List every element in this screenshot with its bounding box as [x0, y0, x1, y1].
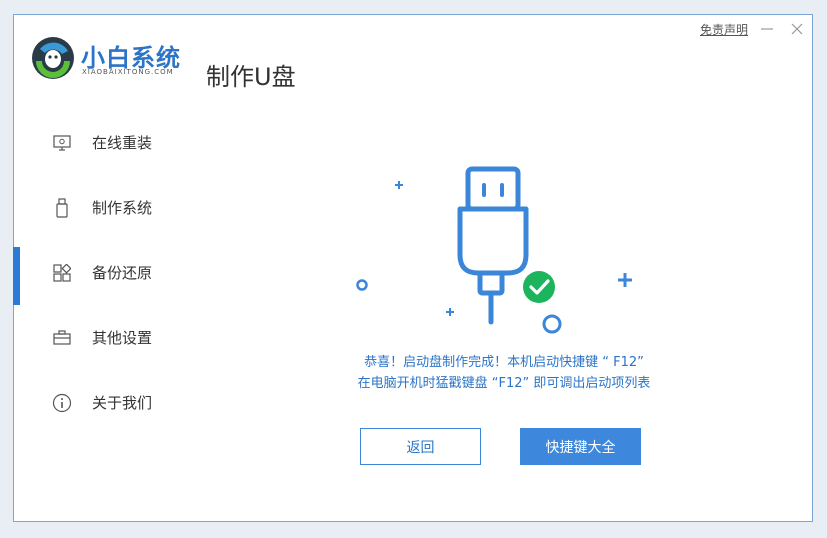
sidebar-item-label: 制作系统	[92, 199, 153, 217]
sidebar-item-online-reinstall[interactable]: 在线重装	[14, 110, 214, 175]
decor-plus-icon	[395, 181, 454, 316]
sidebar-item-make-system[interactable]: 制作系统	[14, 175, 214, 240]
hint-message: 在电脑开机时猛戳键盘 “F12” 即可调出启动项列表	[357, 376, 651, 391]
close-icon	[791, 23, 803, 35]
sidebar-item-label: 其他设置	[92, 329, 153, 347]
monitor-icon	[52, 133, 72, 153]
sidebar: 在线重装 制作系统 备份还原 其他设置 关于我们	[13, 110, 214, 435]
back-button[interactable]: 返回	[360, 428, 481, 465]
usb-drive-icon	[52, 197, 72, 218]
disclaimer-link[interactable]: 免责声明	[700, 21, 748, 38]
sidebar-item-label: 关于我们	[92, 394, 153, 412]
sidebar-item-other-settings[interactable]: 其他设置	[14, 305, 214, 370]
minimize-button[interactable]	[758, 20, 776, 38]
check-icon	[521, 269, 557, 305]
sidebar-item-about-us[interactable]: 关于我们	[14, 370, 214, 435]
close-button[interactable]	[788, 20, 806, 38]
info-icon	[52, 393, 72, 413]
brand-subtitle: XIAOBAIXITONG.COM	[82, 68, 174, 76]
sidebar-item-backup-restore[interactable]: 备份还原	[13, 240, 214, 305]
grid-icon	[52, 263, 72, 283]
shortcut-list-button[interactable]: 快捷键大全	[520, 428, 641, 465]
sidebar-item-label: 在线重装	[92, 134, 153, 152]
usb-success-illustration	[344, 145, 644, 345]
minimize-icon	[761, 28, 773, 30]
page-title: 制作U盘	[206, 63, 296, 91]
app-window: 小白系统 XIAOBAIXITONG.COM 制作U盘 免责声明 在线重装 制作…	[13, 14, 813, 522]
sidebar-item-label: 备份还原	[92, 264, 153, 282]
success-message: 恭喜！启动盘制作完成！本机启动快捷键 “ F12”	[364, 355, 644, 370]
toolbox-icon	[52, 328, 72, 348]
logo-icon	[30, 35, 76, 81]
decor-plus-large-icon	[618, 273, 632, 287]
